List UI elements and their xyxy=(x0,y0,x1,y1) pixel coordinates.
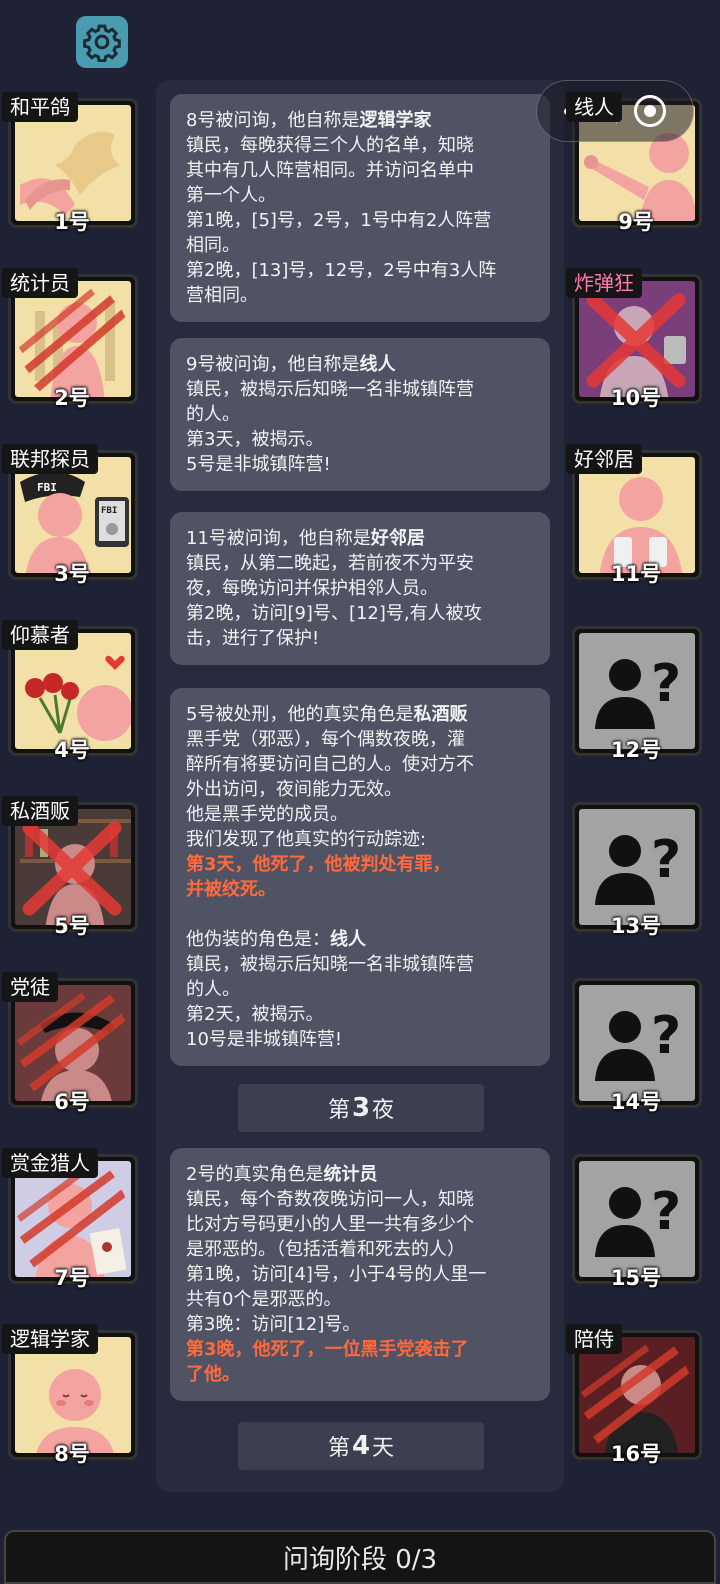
player-card-4[interactable]: 仰慕者 4号 xyxy=(2,620,142,762)
phase-label: 问询阶段 0/3 xyxy=(282,1544,438,1575)
statistician-portrait xyxy=(15,281,131,397)
unknown-player-icon: ? xyxy=(579,633,695,749)
player-card-6[interactable]: 党徒 6号 xyxy=(2,972,142,1114)
phase-divider-day-4: 第4天 xyxy=(238,1422,484,1470)
bootlegger-portrait xyxy=(15,809,131,925)
log-message-5-executed: 5号被处刑，他的真实角色是私酒贩 黑手党（邪恶），每个偶数夜晚，灌 醉所有将要访… xyxy=(170,688,550,1066)
role-label: 陪侍 xyxy=(566,1324,622,1354)
admirer-portrait xyxy=(15,633,131,749)
target-circle-icon[interactable] xyxy=(634,95,667,127)
player-card-16[interactable]: 陪侍 16号 xyxy=(566,1324,706,1466)
role-label: 私酒贩 xyxy=(2,796,78,826)
svg-text:FBI: FBI xyxy=(37,481,57,494)
unknown-player-icon: ? xyxy=(579,1161,695,1277)
role-label: 和平鸽 xyxy=(2,92,78,122)
role-label: 赏金猎人 xyxy=(2,1148,98,1178)
log-message-11-interrogated: 11号被问询，他自称是好邻居 镇民，从第二晚起，若前夜不为平安 夜，每晚访问并保… xyxy=(170,512,550,665)
role-label: 联邦探员 xyxy=(2,444,98,474)
role-label: 炸弹狂 xyxy=(566,268,642,298)
escort-portrait xyxy=(579,1337,695,1453)
unknown-player-icon: ? xyxy=(579,809,695,925)
svg-text:?: ? xyxy=(651,1006,681,1066)
player-card-14[interactable]: ? 14号 xyxy=(566,972,706,1114)
player-card-5[interactable]: 私酒贩 5号 xyxy=(2,796,142,938)
role-label: 线人 xyxy=(566,92,622,122)
logician-portrait xyxy=(15,1337,131,1453)
role-label: 党徒 xyxy=(2,972,58,1002)
bomber-portrait xyxy=(579,281,695,397)
good-neighbor-portrait xyxy=(579,457,695,573)
event-log[interactable]: 8号被问询，他自称是逻辑学家 镇民，每晚获得三个人的名单，知晓 其中有几人阵营相… xyxy=(156,80,564,1492)
svg-text:FBI: FBI xyxy=(101,506,117,516)
role-label: 仰慕者 xyxy=(2,620,78,650)
player-card-10[interactable]: 炸弹狂 10号 xyxy=(566,268,706,410)
log-message-8-interrogated: 8号被问询，他自称是逻辑学家 镇民，每晚获得三个人的名单，知晓 其中有几人阵营相… xyxy=(170,94,550,322)
settings-button[interactable] xyxy=(76,16,128,68)
log-message-9-interrogated: 9号被问询，他自称是线人 镇民，被揭示后知晓一名非城镇阵营 的人。 第3天，被揭… xyxy=(170,338,550,491)
mobster-portrait xyxy=(15,985,131,1101)
phase-divider-night-3: 第3夜 xyxy=(238,1084,484,1132)
svg-text:?: ? xyxy=(651,830,681,890)
peace-dove-portrait xyxy=(15,105,131,221)
role-label: 好邻居 xyxy=(566,444,642,474)
bounty-hunter-portrait xyxy=(15,1161,131,1277)
role-label: 统计员 xyxy=(2,268,78,298)
player-card-11[interactable]: 好邻居 11号 xyxy=(566,444,706,586)
player-card-15[interactable]: ? 15号 xyxy=(566,1148,706,1290)
player-card-12[interactable]: ? 12号 xyxy=(566,620,706,762)
player-card-7[interactable]: 赏金猎人 7号 xyxy=(2,1148,142,1290)
svg-text:?: ? xyxy=(651,1182,681,1242)
player-card-3[interactable]: 联邦探员 FBI FBI 3号 xyxy=(2,444,142,586)
gear-icon xyxy=(83,24,121,62)
player-card-1[interactable]: 和平鸽 1号 xyxy=(2,92,142,234)
player-card-2[interactable]: 统计员 2号 xyxy=(2,268,142,410)
role-label: 逻辑学家 xyxy=(2,1324,98,1354)
fbi-agent-portrait: FBI FBI xyxy=(15,457,131,573)
player-card-8[interactable]: 逻辑学家 8号 xyxy=(2,1324,142,1466)
log-message-2-revealed: 2号的真实角色是统计员 镇民，每个奇数夜晚访问一人，知晓 比对方号码更小的人里一… xyxy=(170,1148,550,1401)
unknown-player-icon: ? xyxy=(579,985,695,1101)
player-card-13[interactable]: ? 13号 xyxy=(566,796,706,938)
svg-text:?: ? xyxy=(651,654,681,714)
phase-status-bar: 问询阶段 0/3 xyxy=(4,1530,716,1584)
